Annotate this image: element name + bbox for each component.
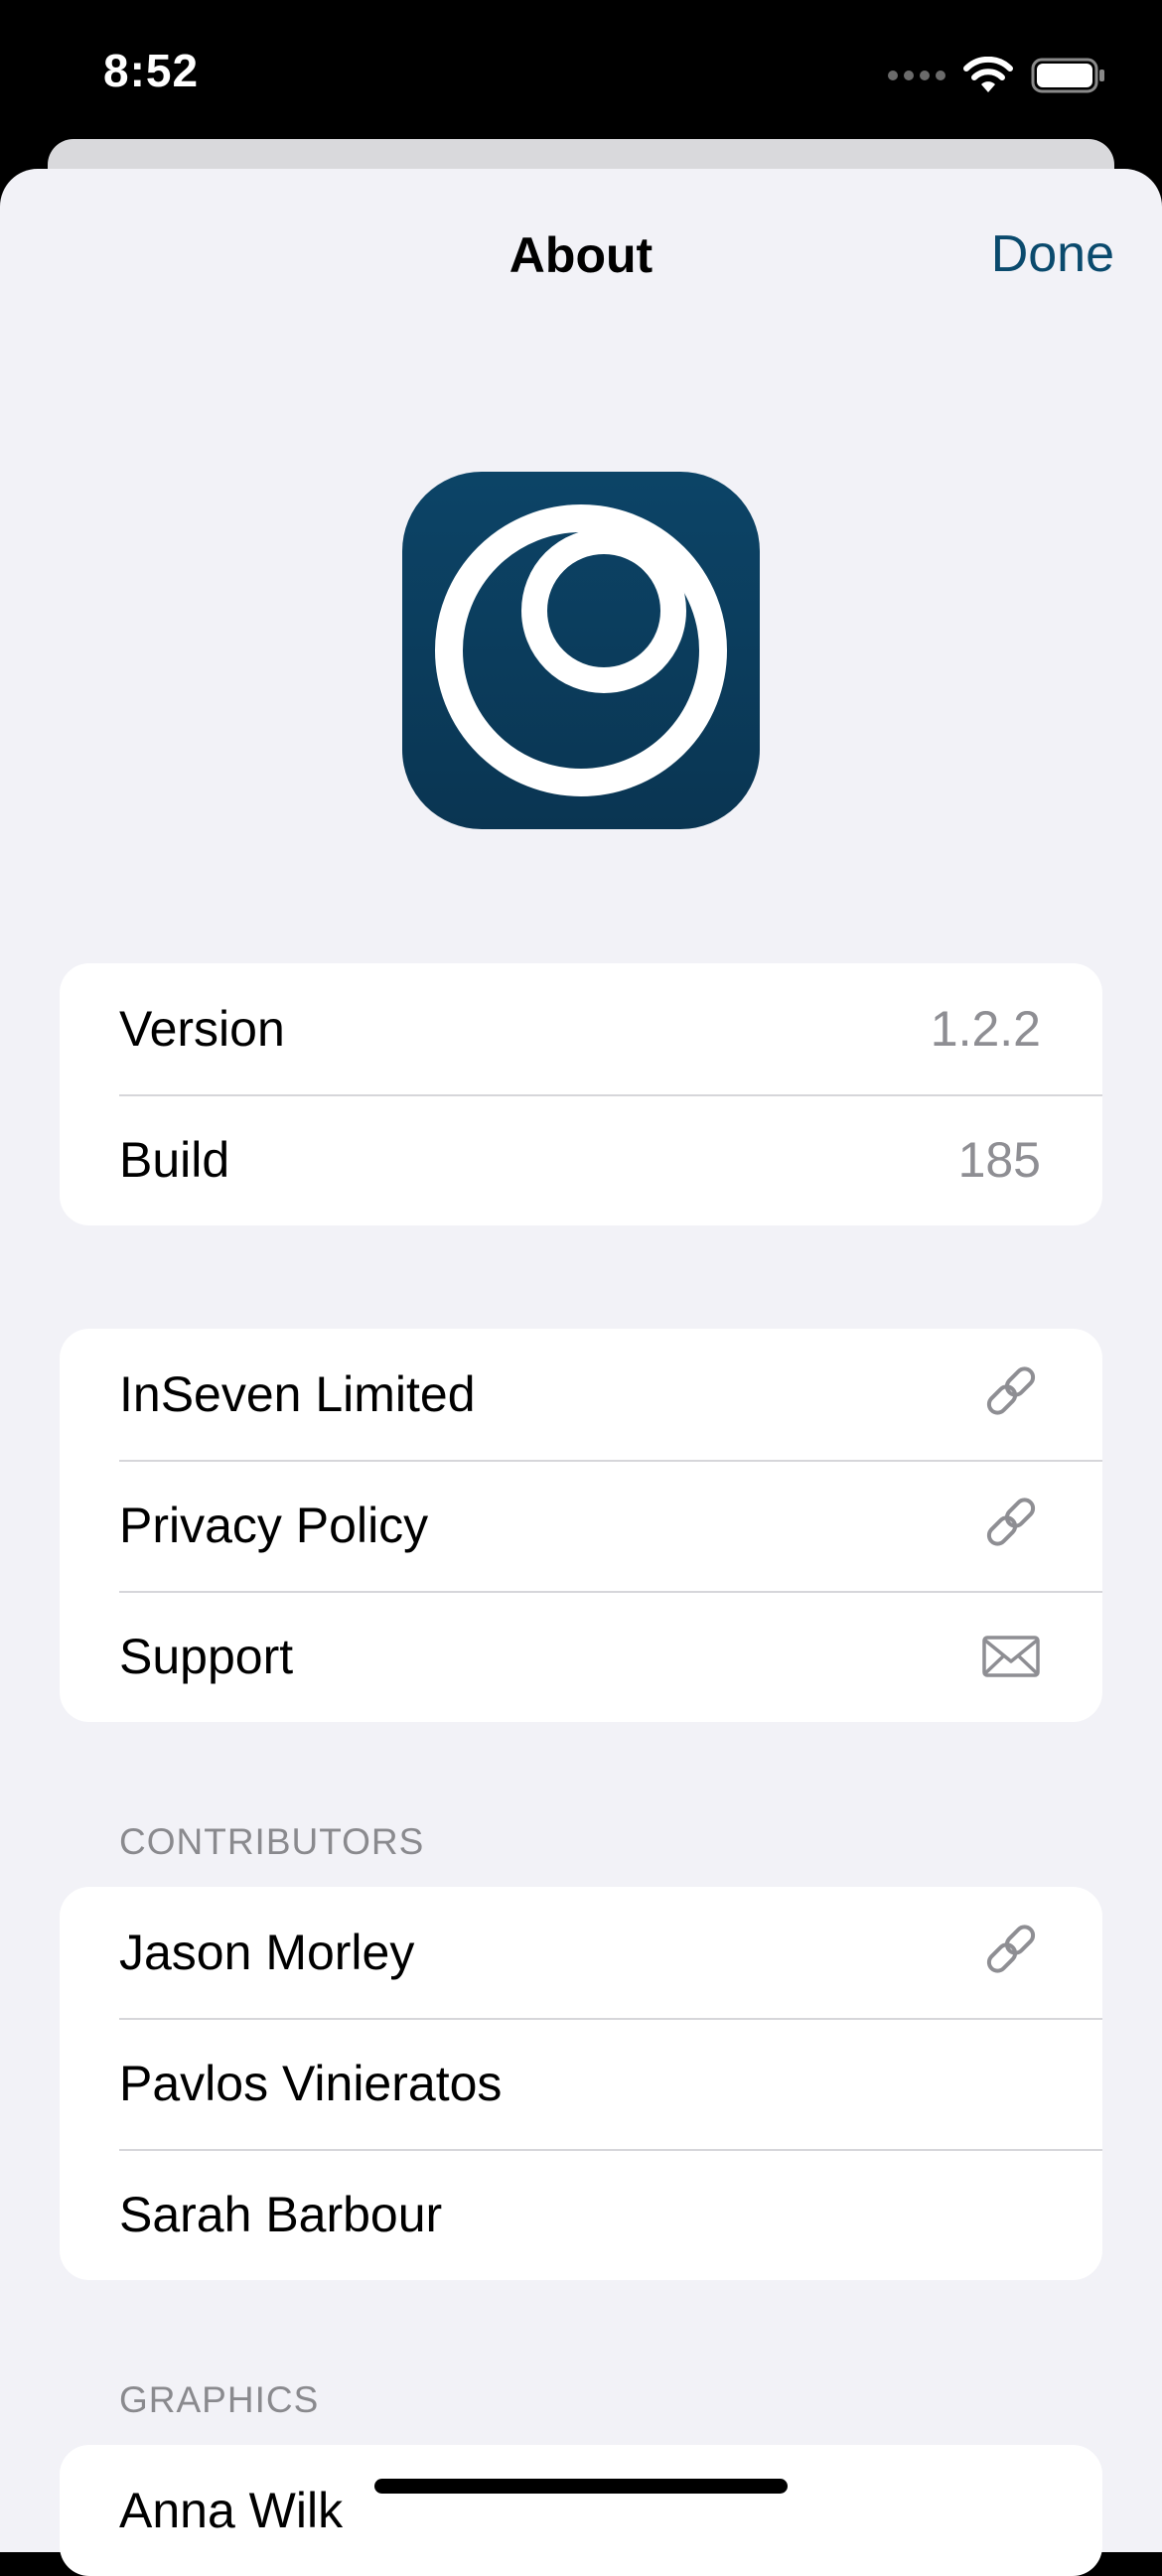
battery-icon [1031,58,1104,93]
build-value: 185 [957,1132,1041,1188]
home-indicator[interactable] [374,2479,788,2494]
contributor-name: Sarah Barbour [119,2187,443,2242]
page-title: About [508,227,654,283]
contributor-name: Anna Wilk [119,2483,344,2538]
graphics-group: Anna Wilk [60,2445,1102,2576]
graphics-contributor-row: Anna Wilk [60,2445,1102,2576]
wifi-icon [963,57,1013,92]
inseven-limited-row[interactable]: InSeven Limited [60,1329,1102,1460]
contributors-group: Jason Morley Pavlos Vinieratos Sarah Bar… [60,1887,1102,2280]
envelope-icon [981,1627,1041,1686]
link-icon [981,1364,1041,1424]
contributor-name: Pavlos Vinieratos [119,2056,503,2111]
link-icon [981,1923,1041,1982]
app-icon [402,472,760,829]
privacy-policy-label: Privacy Policy [119,1498,429,1553]
privacy-policy-row[interactable]: Privacy Policy [60,1460,1102,1591]
inseven-limited-label: InSeven Limited [119,1366,476,1422]
graphics-header: GRAPHICS [119,2379,320,2420]
status-icons [888,54,1106,97]
contributor-name: Jason Morley [119,1925,415,1980]
contributor-row[interactable]: Jason Morley [60,1887,1102,2018]
version-label: Version [119,1001,285,1057]
cellular-signal-icon [888,71,945,80]
status-time: 8:52 [103,45,200,96]
version-value: 1.2.2 [930,1001,1041,1057]
build-label: Build [119,1132,230,1188]
done-button[interactable]: Done [991,224,1114,284]
link-icon [981,1496,1041,1555]
version-row: Version 1.2.2 [60,963,1102,1094]
info-group: Version 1.2.2 Build 185 [60,963,1102,1225]
support-label: Support [119,1629,294,1684]
contributors-header: CONTRIBUTORS [119,1821,425,1862]
build-row: Build 185 [60,1094,1102,1225]
status-bar: 8:52 [0,0,1162,149]
links-group: InSeven Limited Privacy Policy Support [60,1329,1102,1722]
contributor-row: Pavlos Vinieratos [60,2018,1102,2149]
support-row[interactable]: Support [60,1591,1102,1722]
about-sheet: About Done Version 1.2.2 Build 185 InSev… [0,169,1162,2576]
contributor-row: Sarah Barbour [60,2149,1102,2280]
